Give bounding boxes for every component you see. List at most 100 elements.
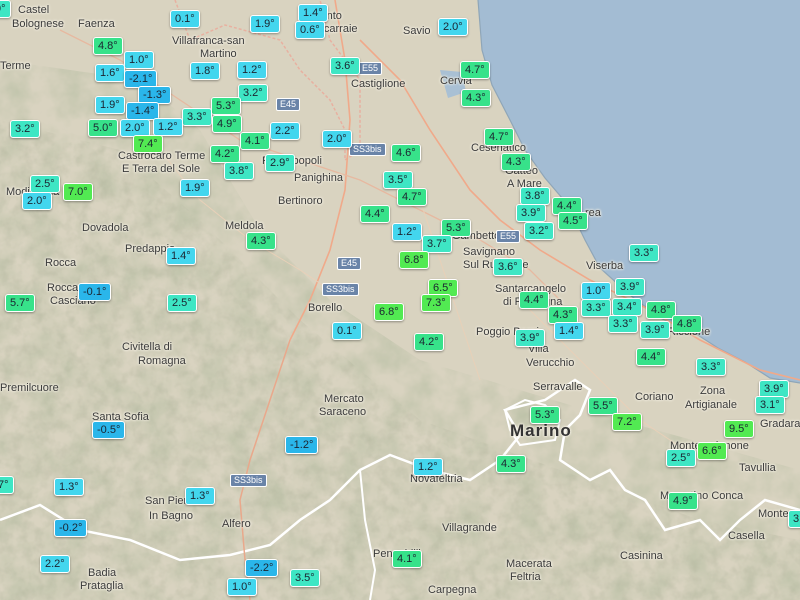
temperature-marker[interactable]: 2.5° xyxy=(666,449,696,467)
temperature-marker[interactable]: 1.2° xyxy=(237,61,267,79)
temperature-marker[interactable]: -1.2° xyxy=(285,436,319,454)
temperature-marker[interactable]: 9.5° xyxy=(724,420,754,438)
temperature-marker[interactable]: 1.0° xyxy=(581,282,611,300)
temperature-marker[interactable]: 6.8° xyxy=(374,303,404,321)
temperature-marker[interactable]: 0.1° xyxy=(332,322,362,340)
temperature-marker[interactable]: 3 xyxy=(788,510,800,528)
temperature-marker[interactable]: 2.9° xyxy=(265,154,295,172)
temperature-marker[interactable]: 5.3° xyxy=(211,97,241,115)
temperature-marker[interactable]: 3.3° xyxy=(629,244,659,262)
temperature-marker[interactable]: 7.3° xyxy=(421,294,451,312)
temperature-marker[interactable]: 3.3° xyxy=(581,299,611,317)
temperature-marker[interactable]: 2.0° xyxy=(438,18,468,36)
temperature-marker[interactable]: 1.8° xyxy=(190,62,220,80)
temperature-marker[interactable]: 2.5° xyxy=(167,294,197,312)
temperature-marker[interactable]: 1.2° xyxy=(153,118,183,136)
temperature-marker[interactable]: 1.0° xyxy=(124,51,154,69)
temperature-marker[interactable]: 4.5° xyxy=(558,212,588,230)
temperature-marker[interactable]: 1.3° xyxy=(54,478,84,496)
temperature-marker[interactable]: 4.7° xyxy=(460,61,490,79)
road-shield: E55 xyxy=(358,62,383,75)
temperature-marker[interactable]: 4.3° xyxy=(501,153,531,171)
temperature-marker[interactable]: 3.9° xyxy=(515,329,545,347)
temperature-marker[interactable]: 1.9° xyxy=(95,96,125,114)
temperature-marker[interactable]: 1.9° xyxy=(250,15,280,33)
temperature-marker[interactable]: 2.0° xyxy=(322,130,352,148)
temperature-marker[interactable]: 1.0° xyxy=(227,578,257,596)
temperature-marker[interactable]: 1.4° xyxy=(298,4,328,22)
temperature-marker[interactable]: 2.2° xyxy=(270,122,300,140)
temperature-marker[interactable]: .7° xyxy=(0,476,14,494)
temperature-marker[interactable]: 5.7° xyxy=(5,294,35,312)
temperature-marker[interactable]: 4.3° xyxy=(461,89,491,107)
temperature-marker[interactable]: 1.2° xyxy=(413,458,443,476)
temperature-marker[interactable]: 4.4° xyxy=(636,348,666,366)
temperature-marker[interactable]: 6.8° xyxy=(399,251,429,269)
temperature-marker[interactable]: 0.1° xyxy=(170,10,200,28)
temperature-marker[interactable]: 3.6° xyxy=(330,57,360,75)
temperature-marker[interactable]: 5.3° xyxy=(530,406,560,424)
place-label: Gradara xyxy=(760,418,800,430)
temperature-marker[interactable]: 6.6° xyxy=(697,442,727,460)
temperature-marker[interactable]: -0.5° xyxy=(92,421,126,439)
temperature-marker[interactable]: 4.7° xyxy=(397,188,427,206)
temperature-marker[interactable]: 9° xyxy=(0,0,11,18)
temperature-marker[interactable]: -2.2° xyxy=(245,559,279,577)
temperature-marker[interactable]: 1.6° xyxy=(95,64,125,82)
temperature-marker[interactable]: 3.4° xyxy=(612,298,642,316)
temperature-marker[interactable]: 3.1° xyxy=(755,396,785,414)
temperature-marker[interactable]: 4.8° xyxy=(93,37,123,55)
place-label: Castiglione xyxy=(351,78,406,90)
temperature-marker[interactable]: 4.9° xyxy=(212,115,242,133)
temperature-marker[interactable]: 3.8° xyxy=(520,187,550,205)
temperature-marker[interactable]: 1.4° xyxy=(554,322,584,340)
temperature-marker[interactable]: -0.1° xyxy=(78,283,112,301)
temperature-marker[interactable]: 2.0° xyxy=(22,192,52,210)
temperature-marker[interactable]: 1.9° xyxy=(180,179,210,197)
temperature-marker[interactable]: 3.5° xyxy=(290,569,320,587)
temperature-marker[interactable]: 3.2° xyxy=(10,120,40,138)
temperature-marker[interactable]: 5.0° xyxy=(88,119,118,137)
temperature-marker[interactable]: 3.8° xyxy=(224,162,254,180)
place-label: Artigianale xyxy=(685,399,737,411)
temperature-marker[interactable]: 7.4° xyxy=(133,135,163,153)
temperature-marker[interactable]: 0.6° xyxy=(295,21,325,39)
temperature-marker[interactable]: 4.9° xyxy=(668,492,698,510)
temperature-marker[interactable]: 3.3° xyxy=(696,358,726,376)
temperature-marker[interactable]: 4.4° xyxy=(360,205,390,223)
temperature-marker[interactable]: 3.9° xyxy=(516,204,546,222)
temperature-marker[interactable]: 3.9° xyxy=(615,278,645,296)
temperature-marker[interactable]: 3.2° xyxy=(238,84,268,102)
place-label: Borello xyxy=(308,302,343,314)
temperature-marker[interactable]: 4.1° xyxy=(392,550,422,568)
temperature-marker[interactable]: 1.4° xyxy=(166,247,196,265)
temperature-marker[interactable]: 1.3° xyxy=(185,487,215,505)
temperature-marker[interactable]: 4.2° xyxy=(210,145,240,163)
temperature-marker[interactable]: 3.6° xyxy=(493,258,523,276)
temperature-marker[interactable]: 4.7° xyxy=(484,128,514,146)
temperature-marker[interactable]: 4.8° xyxy=(672,315,702,333)
temperature-marker[interactable]: 3.3° xyxy=(608,315,638,333)
temperature-marker[interactable]: 3.2° xyxy=(524,222,554,240)
temperature-marker[interactable]: 1.2° xyxy=(392,223,422,241)
place-label: Terme xyxy=(0,60,31,72)
place-label: Verucchio xyxy=(526,357,575,369)
place-label: Marino xyxy=(510,421,572,440)
temperature-marker[interactable]: 4.6° xyxy=(391,144,421,162)
temperature-marker[interactable]: 4.3° xyxy=(496,455,526,473)
place-label: Tavullia xyxy=(739,462,776,474)
temperature-marker[interactable]: -0.2° xyxy=(54,519,88,537)
temperature-marker[interactable]: 4.3° xyxy=(246,232,276,250)
temperature-marker[interactable]: 2.5° xyxy=(30,175,60,193)
temperature-marker[interactable]: 7.2° xyxy=(612,413,642,431)
temperature-marker[interactable]: 3.3° xyxy=(182,108,212,126)
temperature-marker[interactable]: 4.4° xyxy=(519,291,549,309)
temperature-marker[interactable]: 2.2° xyxy=(40,555,70,573)
temperature-marker[interactable]: 3.5° xyxy=(383,171,413,189)
temperature-marker[interactable]: 3.9° xyxy=(640,321,670,339)
place-label: Rocca xyxy=(45,257,77,269)
temperature-marker[interactable]: 7.0° xyxy=(63,183,93,201)
place-label: Castel xyxy=(18,4,50,16)
temperature-marker[interactable]: 4.2° xyxy=(414,333,444,351)
temperature-marker[interactable]: 4.1° xyxy=(240,132,270,150)
